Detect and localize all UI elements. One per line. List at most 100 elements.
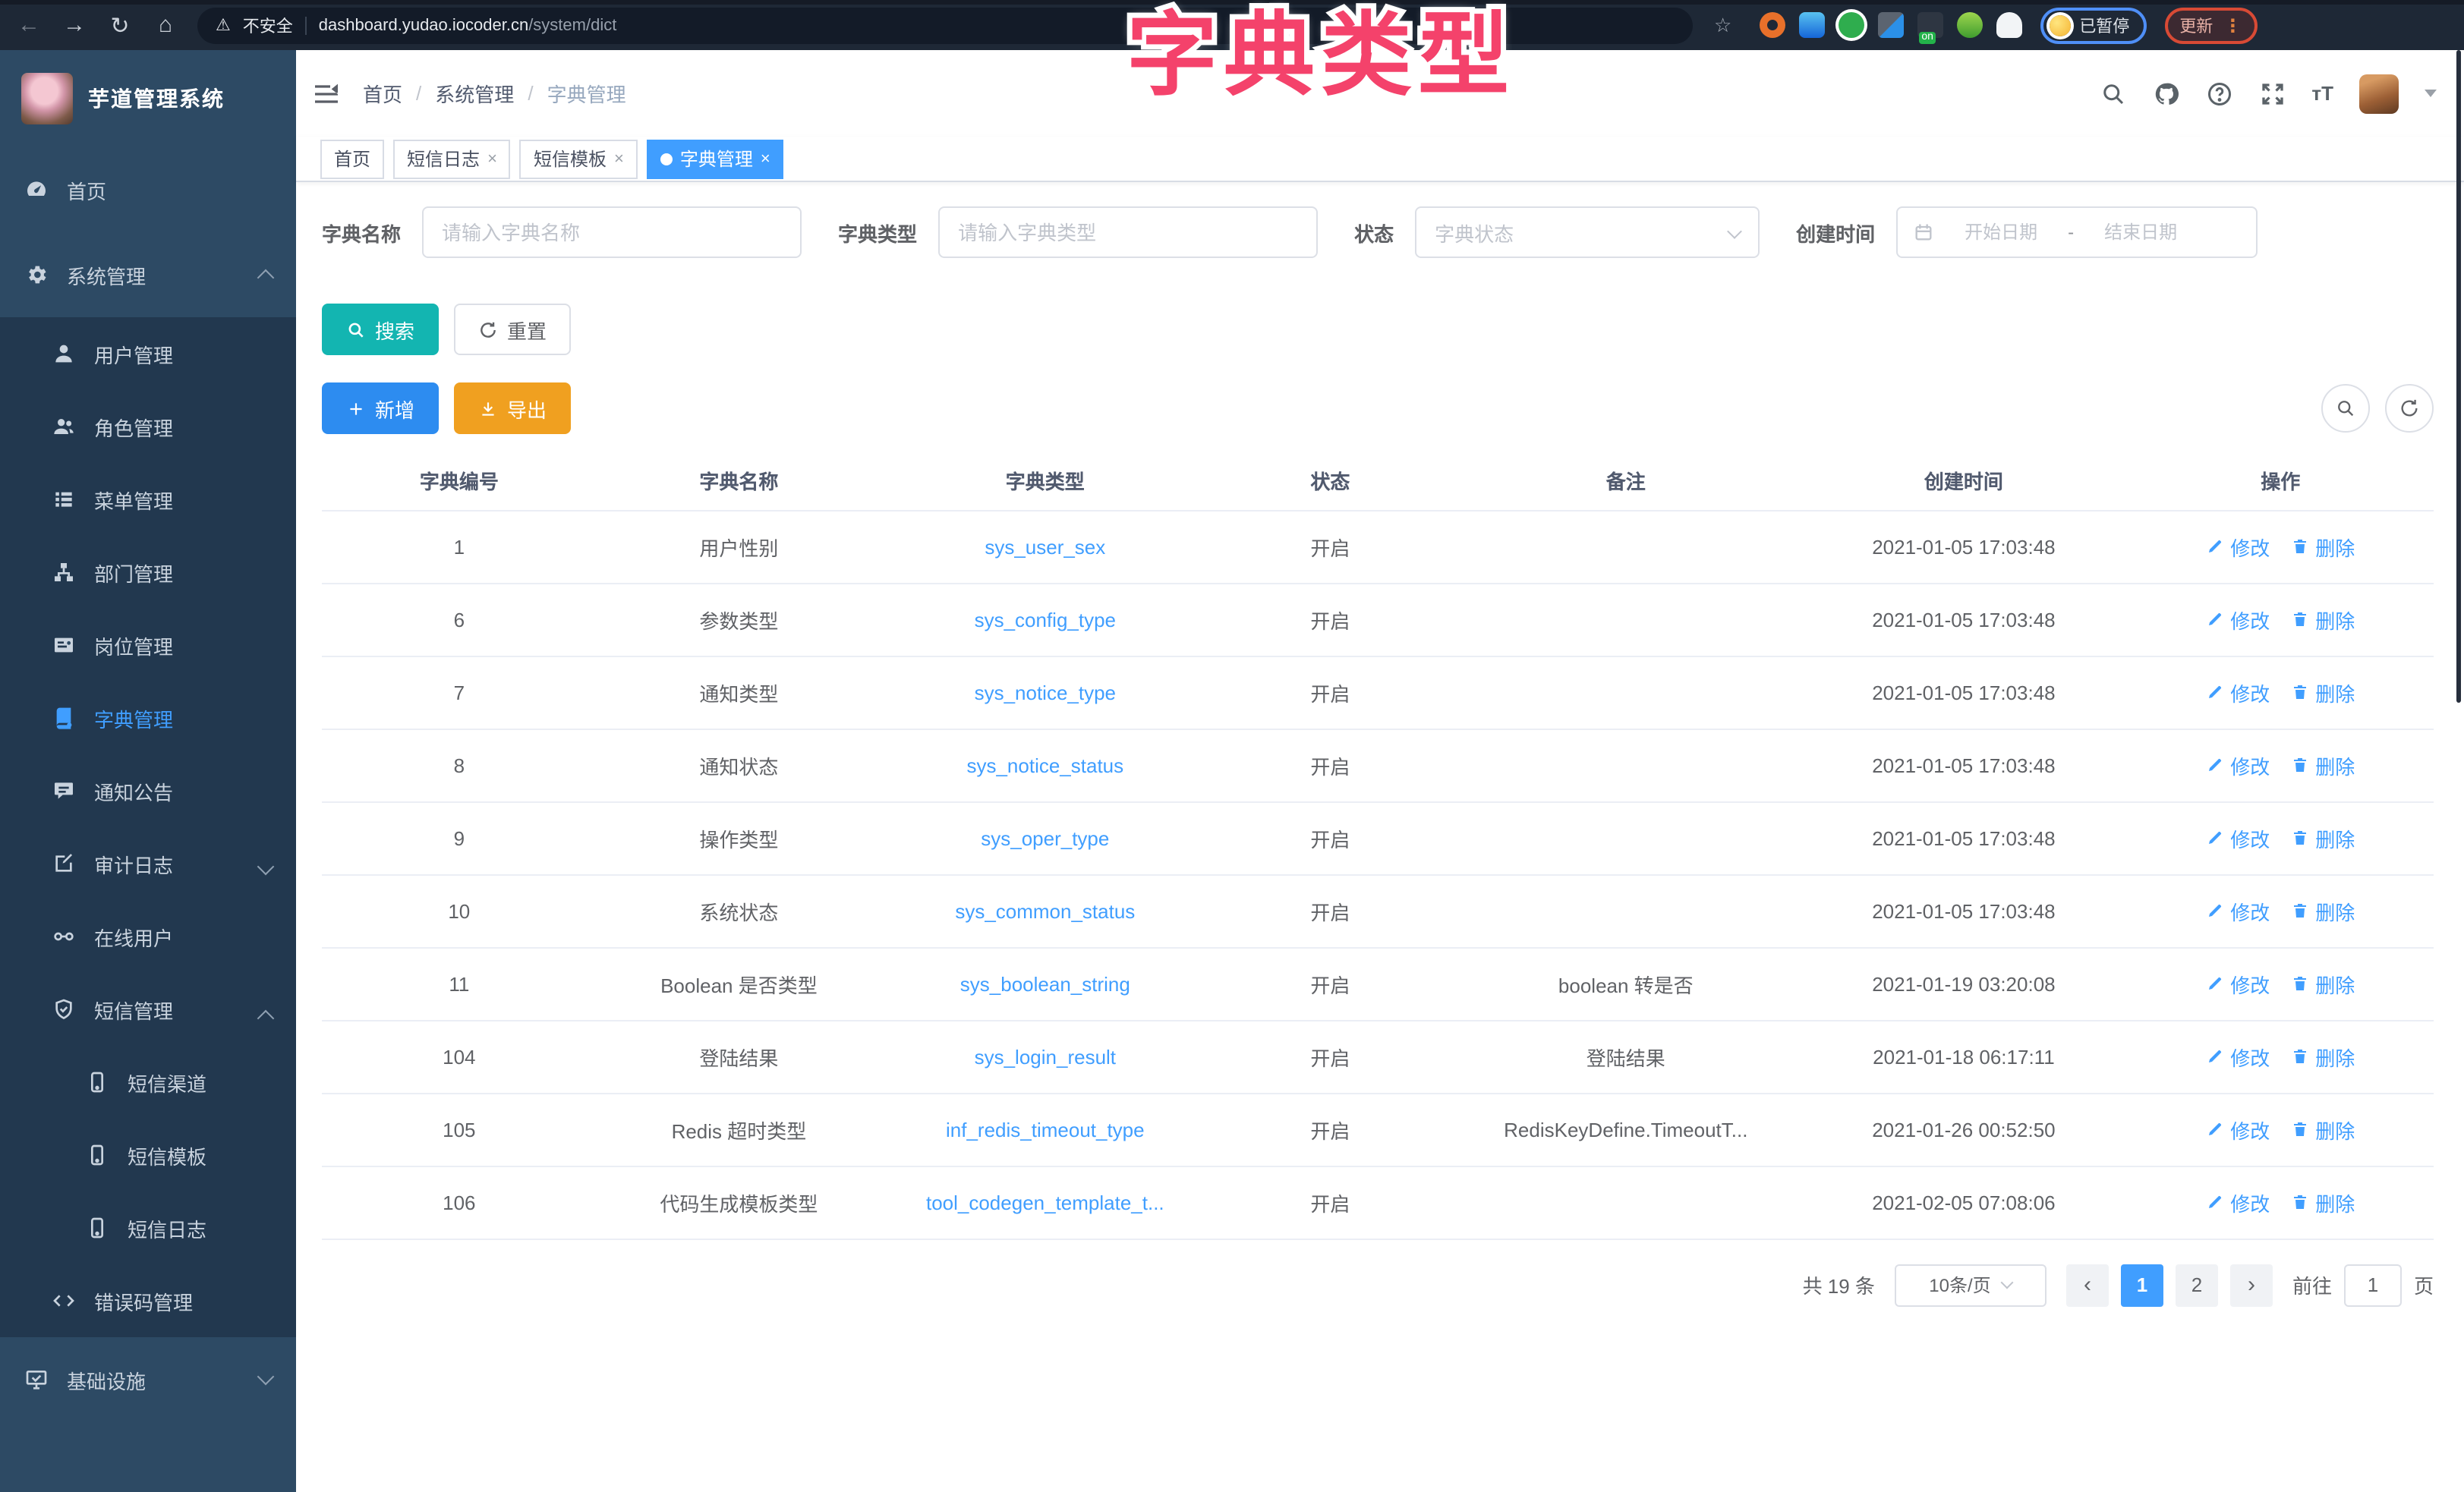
reload-icon[interactable]: ↻ — [106, 11, 134, 39]
tab-home[interactable]: 首页 — [320, 139, 384, 178]
dict-type-link[interactable]: sys_boolean_string — [881, 947, 1208, 1020]
sidebar-item-online-users[interactable]: 在线用户 — [0, 900, 296, 973]
window-scrollbar[interactable] — [2456, 50, 2461, 703]
avatar[interactable] — [2359, 74, 2399, 113]
delete-button[interactable]: 删除 — [2291, 896, 2355, 925]
page-button-1[interactable]: 1 — [2121, 1264, 2163, 1306]
sidebar-toggle-button[interactable] — [311, 78, 342, 109]
refresh-table-button[interactable] — [2385, 384, 2434, 433]
delete-button[interactable]: 删除 — [2291, 1042, 2355, 1071]
update-label[interactable]: 更新 — [2179, 13, 2213, 37]
date-range-picker[interactable]: - — [1896, 206, 2258, 258]
delete-button[interactable]: 删除 — [2291, 969, 2355, 998]
blue-gem-icon[interactable] — [1798, 12, 1824, 38]
end-date-input[interactable] — [2083, 222, 2198, 243]
dict-type-link[interactable]: sys_oper_type — [881, 801, 1208, 874]
breadcrumb-home[interactable]: 首页 — [363, 79, 402, 108]
adblocker-orange-icon[interactable] — [1759, 12, 1785, 38]
sidebar-item-notice[interactable]: 通知公告 — [0, 754, 296, 827]
home-icon[interactable]: ⌂ — [152, 11, 179, 39]
close-icon[interactable]: × — [487, 150, 497, 168]
chrome-update-chip[interactable]: 更新 ⋮ — [2164, 7, 2257, 43]
breadcrumb-system[interactable]: 系统管理 — [435, 79, 514, 108]
sprout-icon[interactable] — [1956, 12, 1982, 38]
bookmark-star-icon[interactable]: ☆ — [1714, 13, 1731, 37]
fullscreen-icon[interactable] — [2258, 80, 2286, 107]
search-button[interactable]: 搜索 — [322, 304, 439, 355]
sidebar-item-user-management[interactable]: 用户管理 — [0, 317, 296, 390]
goto-page-input[interactable] — [2344, 1264, 2402, 1306]
dict-type-link[interactable]: sys_login_result — [881, 1020, 1208, 1093]
sidebar-item-system-management[interactable]: 系统管理 — [0, 232, 296, 317]
help-icon[interactable] — [2205, 80, 2232, 107]
tab-sms-template[interactable]: 短信模板 × — [520, 139, 638, 178]
dict-type-link[interactable]: sys_notice_type — [881, 656, 1208, 729]
edit-button[interactable]: 修改 — [2206, 532, 2270, 561]
ghost-icon[interactable] — [1996, 12, 2021, 38]
dict-type-link[interactable]: inf_redis_timeout_type — [881, 1093, 1208, 1166]
address-bar[interactable]: ⚠ 不安全 dashboard.yudao.iocoder.cn/system/… — [197, 7, 1693, 43]
dict-name-input[interactable] — [422, 206, 802, 258]
delete-button[interactable]: 删除 — [2291, 751, 2355, 779]
recorder-paused-chip[interactable]: 已暂停 — [2040, 7, 2146, 43]
start-date-input[interactable] — [1943, 222, 2059, 243]
github-icon[interactable] — [2152, 80, 2179, 107]
dict-type-link[interactable]: tool_codegen_template_t... — [881, 1166, 1208, 1239]
sidebar-logo-row[interactable]: 芋道管理系统 — [0, 50, 296, 147]
delete-button[interactable]: 删除 — [2291, 1188, 2355, 1217]
delete-button[interactable]: 删除 — [2291, 605, 2355, 634]
edit-button[interactable]: 修改 — [2206, 823, 2270, 852]
delete-button[interactable]: 删除 — [2291, 1115, 2355, 1144]
dict-type-link[interactable]: sys_notice_status — [881, 729, 1208, 801]
page-size-select[interactable]: 10条/页 — [1895, 1264, 2047, 1306]
edit-button[interactable]: 修改 — [2206, 1042, 2270, 1071]
sidebar-item-post-management[interactable]: 岗位管理 — [0, 609, 296, 681]
sidebar-item-home[interactable]: 首页 — [0, 147, 296, 232]
sidebar-item-error-code[interactable]: 错误码管理 — [0, 1264, 296, 1337]
tab-dict-management[interactable]: 字典管理 × — [647, 139, 784, 178]
delete-button[interactable]: 删除 — [2291, 823, 2355, 852]
search-icon[interactable] — [2099, 80, 2126, 107]
dict-type-link[interactable]: sys_common_status — [881, 874, 1208, 947]
chevron-down-icon[interactable] — [2425, 90, 2437, 97]
edit-button[interactable]: 修改 — [2206, 1115, 2270, 1144]
edit-button[interactable]: 修改 — [2206, 896, 2270, 925]
add-button[interactable]: 新增 — [322, 382, 439, 434]
dict-type-link[interactable]: sys_config_type — [881, 583, 1208, 656]
show-search-button[interactable] — [2321, 384, 2370, 433]
reset-button[interactable]: 重置 — [454, 304, 571, 355]
tab-sms-log[interactable]: 短信日志 × — [393, 139, 511, 178]
sidebar-item-role-management[interactable]: 角色管理 — [0, 390, 296, 463]
security-label[interactable]: 不安全 — [243, 13, 293, 37]
proxy-on-icon[interactable]: on — [1917, 12, 1943, 38]
url-text[interactable]: dashboard.yudao.iocoder.cn/system/dict — [319, 16, 617, 34]
edit-button[interactable]: 修改 — [2206, 678, 2270, 707]
sidebar-item-sms-log[interactable]: 短信日志 — [0, 1191, 296, 1264]
grid-gem-icon[interactable] — [1877, 12, 1903, 38]
edit-button[interactable]: 修改 — [2206, 751, 2270, 779]
sidebar-item-sms-management[interactable]: 短信管理 — [0, 973, 296, 1046]
close-icon[interactable]: × — [761, 150, 770, 168]
edit-button[interactable]: 修改 — [2206, 1188, 2270, 1217]
green-translate-icon[interactable] — [1838, 12, 1864, 38]
edit-button[interactable]: 修改 — [2206, 605, 2270, 634]
sidebar-item-dict-management[interactable]: 字典管理 — [0, 681, 296, 754]
sidebar-item-infrastructure[interactable]: 基础设施 — [0, 1337, 296, 1422]
page-button-2[interactable]: 2 — [2176, 1264, 2218, 1306]
delete-button[interactable]: 删除 — [2291, 678, 2355, 707]
export-button[interactable]: 导出 — [454, 382, 571, 434]
sidebar-item-sms-channel[interactable]: 短信渠道 — [0, 1046, 296, 1119]
sidebar-item-audit-log[interactable]: 审计日志 — [0, 827, 296, 900]
edit-button[interactable]: 修改 — [2206, 969, 2270, 998]
browser-menu-icon[interactable]: ⋮ — [2223, 14, 2242, 36]
next-page-button[interactable]: › — [2230, 1264, 2273, 1306]
dict-type-input[interactable] — [938, 206, 1318, 258]
sidebar-item-menu-management[interactable]: 菜单管理 — [0, 463, 296, 536]
back-icon[interactable]: ← — [15, 11, 43, 39]
status-select[interactable]: 字典状态 — [1415, 206, 1760, 258]
close-icon[interactable]: × — [614, 150, 624, 168]
font-size-icon[interactable]: тT — [2311, 82, 2333, 105]
sidebar-item-sms-template[interactable]: 短信模板 — [0, 1119, 296, 1191]
delete-button[interactable]: 删除 — [2291, 532, 2355, 561]
dict-type-link[interactable]: sys_user_sex — [881, 510, 1208, 583]
